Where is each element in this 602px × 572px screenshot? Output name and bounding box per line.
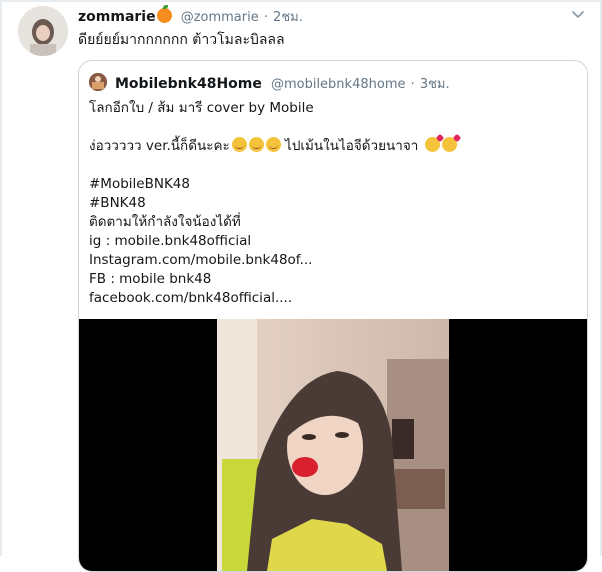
quoted-avatar[interactable] <box>89 73 107 91</box>
video-player[interactable] <box>79 319 587 571</box>
quoted-fb-text: FB : mobile bnk48 <box>89 271 212 287</box>
chevron-down-icon[interactable] <box>570 6 586 22</box>
tweet-timestamp[interactable]: 2ชม. <box>273 10 303 25</box>
quoted-text: โลกอีกใบ / ส้ม มารี cover by Mobile ง่อว… <box>89 99 579 308</box>
quoted-avatar-image <box>89 73 107 91</box>
facebook-link[interactable]: facebook.com/bnk48official.... <box>89 289 579 308</box>
avatar-image <box>18 6 68 56</box>
quoted-ig-text: ig : mobile.bnk48official <box>89 233 252 249</box>
quoted-praise: ง่อววววว ver.นี้ก็ดีนะคะ <box>89 138 230 154</box>
quoted-tweet[interactable]: Mobilebnk48Home @mobilebnk48home · 3ชม. … <box>78 60 588 572</box>
tweet-text: ดียย์ยย์มากกกกกก ต้าวโมละบิลลล <box>78 32 285 48</box>
quoted-display-name[interactable]: Mobilebnk48Home <box>115 76 262 92</box>
instagram-link[interactable]: Instagram.com/mobile.bnk48of... <box>89 251 579 270</box>
hashtag-bnk48[interactable]: #BNK48 <box>89 194 579 213</box>
timeline-border-left <box>0 0 2 556</box>
avatar[interactable] <box>18 6 68 56</box>
hashtag-mobilebnk48[interactable]: #MobileBNK48 <box>89 175 579 194</box>
quoted-handle[interactable]: @mobilebnk48home <box>271 77 406 92</box>
smiling-blush-icon <box>265 137 281 152</box>
display-name[interactable]: zommarie <box>78 9 156 25</box>
smiling-blush-icon <box>231 137 247 152</box>
video-thumbnail <box>217 319 449 571</box>
face-blowing-kiss-icon <box>441 137 457 152</box>
quoted-separator: · <box>410 77 415 92</box>
smiling-blush-icon <box>248 137 264 152</box>
quoted-praise-suffix: ไปเม้นในไอจีด้วยนาจา <box>285 138 419 154</box>
user-handle[interactable]: @zommarie <box>181 10 259 25</box>
header-separator: · <box>263 10 268 25</box>
quoted-title: โลกอีกใบ / ส้ม มารี cover by Mobile <box>89 100 314 116</box>
tangerine-icon <box>156 5 172 23</box>
quoted-follow-text: ติดตามให้กำลังใจน้องได้ที่ <box>89 214 241 230</box>
quoted-praise-line: ง่อววววว ver.นี้ก็ดีนะคะ ไปเม้นในไอจีด้ว… <box>89 137 579 156</box>
quoted-header: Mobilebnk48Home @mobilebnk48home · 3ชม. <box>115 73 450 94</box>
quoted-timestamp[interactable]: 3ชม. <box>420 77 450 92</box>
tweet-header: zommarie @zommarie · 2ชม. <box>78 5 578 26</box>
face-blowing-kiss-icon <box>424 137 440 152</box>
video-frame <box>217 319 449 571</box>
timeline-divider-top <box>0 0 602 2</box>
